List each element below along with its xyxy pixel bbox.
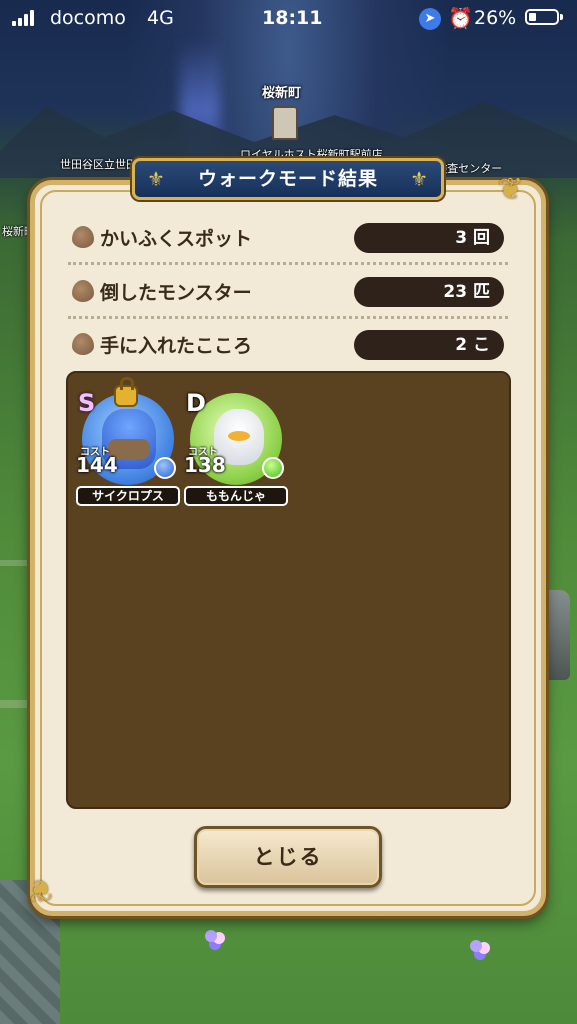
status-bar: docomo 4G 18:11 ➤ ⏰ 26% — [0, 0, 577, 36]
drop-icon — [72, 280, 94, 302]
stat-value: 23 匹 — [354, 277, 504, 307]
battery-icon — [525, 9, 563, 25]
stat-label: かいふくスポット — [100, 228, 253, 250]
heart-card[interactable]: S コスト 144 サイクロプス — [76, 377, 180, 506]
rank-badge: S — [78, 389, 96, 417]
stat-value: 3 回 — [354, 223, 504, 253]
stat-row-obtained-hearts: 手に入れたこころ 2 こ — [72, 327, 508, 363]
rank-badge: D — [186, 389, 206, 417]
flower-icon — [470, 940, 482, 952]
divider — [68, 262, 508, 265]
battery-percentage: 26% — [474, 7, 517, 29]
dialog-title: ⚜ ウォークモード結果 ⚜ — [132, 158, 444, 200]
heart-name: サイクロプス — [76, 486, 180, 506]
fleur-de-lis-icon: ⚜ — [147, 167, 166, 191]
clock: 18:11 — [262, 7, 323, 29]
tower-icon — [272, 106, 298, 140]
stat-row-defeated-monsters: 倒したモンスター 23 匹 — [72, 274, 508, 310]
element-orb-icon — [154, 457, 176, 479]
stat-row-recovery-spot: かいふくスポット 3 回 — [72, 220, 508, 256]
close-button[interactable]: とじる — [194, 826, 382, 888]
divider — [68, 316, 508, 319]
map-town-name: 桜新町 — [262, 86, 302, 101]
stat-label: 手に入れたこころ — [100, 335, 253, 357]
cost-value: 138 — [184, 453, 226, 477]
dialog-title-text: ウォークモード結果 — [197, 168, 378, 190]
carrier-name: docomo — [50, 7, 126, 29]
cost-value: 144 — [76, 453, 118, 477]
map-road — [0, 700, 30, 708]
corner-ornament-icon: ❦ — [28, 872, 54, 907]
network-type: 4G — [147, 7, 174, 29]
drop-icon — [72, 226, 94, 248]
location-arrow-icon: ➤ — [419, 8, 441, 30]
heart-name: ももんじゃ — [184, 486, 288, 506]
stat-label: 倒したモンスター — [100, 282, 252, 304]
flower-icon — [205, 930, 217, 942]
alarm-clock-icon: ⏰ — [448, 6, 473, 30]
lock-icon — [116, 377, 136, 405]
heart-card[interactable]: D コスト 138 ももんじゃ — [184, 383, 288, 506]
drop-icon — [72, 333, 94, 355]
hearts-panel: S コスト 144 サイクロプス D コスト 138 ももんじゃ — [66, 371, 511, 809]
element-orb-icon — [262, 457, 284, 479]
fleur-de-lis-icon: ⚜ — [410, 167, 429, 191]
stat-value: 2 こ — [354, 330, 504, 360]
corner-ornament-icon: ❦ — [498, 172, 524, 207]
